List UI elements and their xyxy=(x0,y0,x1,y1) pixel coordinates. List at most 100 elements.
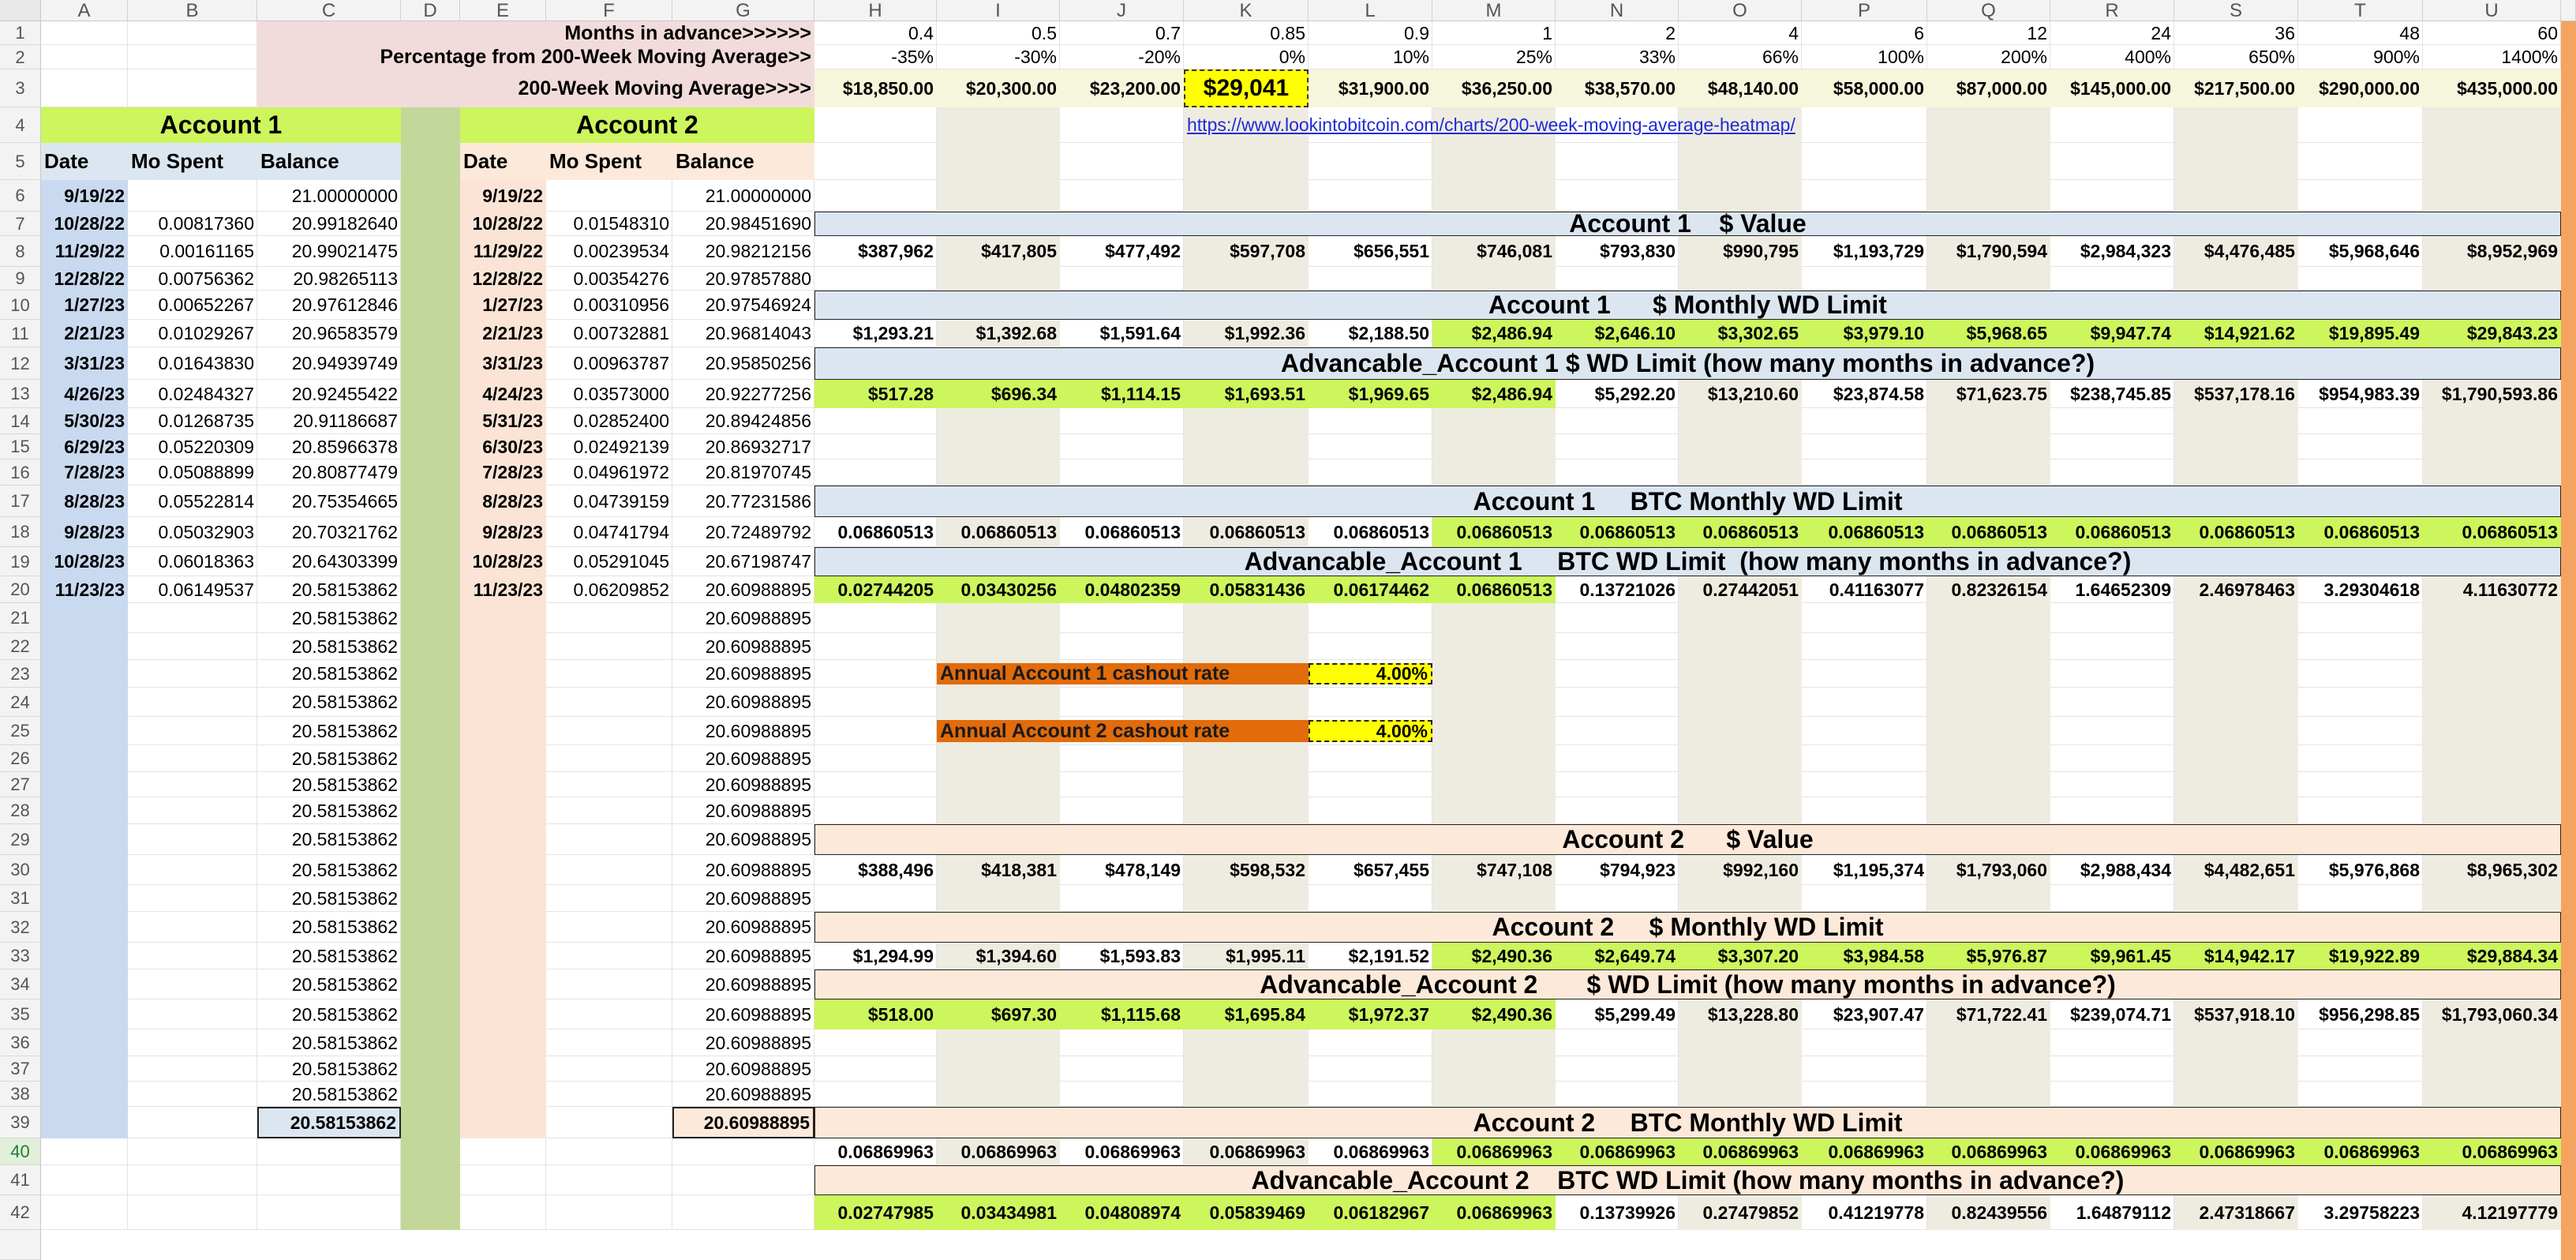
column-header-P[interactable]: P xyxy=(1802,0,1927,21)
a1-btc-adv-cell[interactable]: 0.03430256 xyxy=(937,576,1060,603)
account1-balance-fill[interactable]: 20.58153862 xyxy=(257,1082,401,1107)
band-a2-adv[interactable]: Advancable_Account 2 $ WD Limit (how man… xyxy=(814,969,2561,999)
band-a1-value[interactable]: Account 1 $ Value xyxy=(814,209,2561,238)
a2-monthly-cell[interactable]: $19,922.89 xyxy=(2298,943,2423,969)
a1-adv-cell[interactable]: $23,874.58 xyxy=(1802,380,1927,408)
a1-btc-cell[interactable]: 0.06860513 xyxy=(1679,517,1802,547)
row-header-2[interactable]: 2 xyxy=(0,45,41,69)
a2-monthly-cell[interactable]: $1,995.11 xyxy=(1184,943,1309,969)
account2-balance[interactable]: 20.86932717 xyxy=(672,434,814,459)
a2-value-cell[interactable]: $992,160 xyxy=(1679,855,1802,885)
pct-value[interactable]: -30% xyxy=(937,45,1060,69)
a2-btc-cell[interactable]: 0.06869963 xyxy=(814,1138,937,1165)
pct-value[interactable]: 900% xyxy=(2298,45,2423,69)
row-header-38[interactable]: 38 xyxy=(0,1082,41,1107)
account2-mo-spent[interactable]: 0.03573000 xyxy=(546,380,672,408)
row-header-35[interactable]: 35 xyxy=(0,999,41,1029)
account1-balance-fill[interactable]: 20.58153862 xyxy=(257,912,401,943)
account1-balance[interactable]: 20.98265113 xyxy=(257,267,401,291)
account1-mo-spent[interactable]: 0.06149537 xyxy=(128,576,257,603)
a2-monthly-cell[interactable]: $2,649.74 xyxy=(1556,943,1679,969)
a2-btc-cell[interactable]: 0.06869963 xyxy=(2298,1138,2423,1165)
account1-balance-fill[interactable]: 20.58153862 xyxy=(257,1107,401,1138)
account1-balance[interactable]: 20.85966378 xyxy=(257,434,401,459)
a1-value-cell[interactable]: $477,492 xyxy=(1060,236,1184,267)
column-header-S[interactable]: S xyxy=(2174,0,2298,21)
a2-adv-cell[interactable]: $2,490.36 xyxy=(1432,999,1556,1029)
a2-btc-adv-cell[interactable]: 2.47318667 xyxy=(2174,1195,2298,1230)
a1-adv-cell[interactable]: $2,486.94 xyxy=(1432,380,1556,408)
a2-monthly-cell[interactable]: $14,942.17 xyxy=(2174,943,2298,969)
ma-value[interactable]: $87,000.00 xyxy=(1927,69,2050,107)
ma-value[interactable]: $38,570.00 xyxy=(1556,69,1679,107)
a1-adv-cell[interactable]: $1,114.15 xyxy=(1060,380,1184,408)
row-header-28[interactable]: 28 xyxy=(0,797,41,824)
ma-value[interactable]: $18,850.00 xyxy=(814,69,937,107)
a1-btc-adv-cell[interactable]: 0.27442051 xyxy=(1679,576,1802,603)
account1-date[interactable]: 10/28/22 xyxy=(41,212,128,236)
account2-header-date[interactable]: Date xyxy=(460,143,546,180)
account2-balance-fill[interactable]: 20.60988895 xyxy=(672,745,814,772)
a2-adv-cell[interactable]: $697.30 xyxy=(937,999,1060,1029)
ma-value[interactable]: $290,000.00 xyxy=(2298,69,2423,107)
account1-balance-fill[interactable]: 20.58153862 xyxy=(257,745,401,772)
months-value[interactable]: 0.4 xyxy=(814,21,937,45)
months-in-advance-label[interactable]: Months in advance>>>>>> xyxy=(257,21,814,45)
months-value[interactable]: 6 xyxy=(1802,21,1927,45)
account2-date[interactable]: 2/21/23 xyxy=(460,320,546,347)
column-header-G[interactable]: G xyxy=(672,0,814,21)
a2-value-cell[interactable]: $5,976,868 xyxy=(2298,855,2423,885)
a2-btc-cell[interactable]: 0.06869963 xyxy=(2423,1138,2561,1165)
row-header-18[interactable]: 18 xyxy=(0,517,41,547)
row-header-22[interactable]: 22 xyxy=(0,633,41,660)
column-header-R[interactable]: R xyxy=(2050,0,2174,21)
account1-balance[interactable]: 20.94939749 xyxy=(257,347,401,380)
a2-value-cell[interactable]: $598,532 xyxy=(1184,855,1309,885)
account1-mo-spent[interactable]: 0.05032903 xyxy=(128,517,257,547)
a1-monthly-cell[interactable]: $2,188.50 xyxy=(1309,320,1432,347)
account2-mo-spent[interactable]: 0.01548310 xyxy=(546,212,672,236)
account2-balance-fill[interactable]: 20.60988895 xyxy=(672,885,814,912)
months-value[interactable]: 0.85 xyxy=(1184,21,1309,45)
a2-monthly-cell[interactable]: $3,984.58 xyxy=(1802,943,1927,969)
a2-value-cell[interactable]: $1,195,374 xyxy=(1802,855,1927,885)
a1-value-cell[interactable]: $4,476,485 xyxy=(2174,236,2298,267)
row-header-3[interactable]: 3 xyxy=(0,69,41,107)
ma-value[interactable]: $217,500.00 xyxy=(2174,69,2298,107)
a1-btc-adv-cell[interactable]: 0.41163077 xyxy=(1802,576,1927,603)
a1-adv-cell[interactable]: $13,210.60 xyxy=(1679,380,1802,408)
a1-btc-cell[interactable]: 0.06860513 xyxy=(2050,517,2174,547)
band-a1-btc-adv[interactable]: Advancable_Account 1 BTC WD Limit (how m… xyxy=(814,547,2561,576)
account2-balance-fill[interactable]: 20.60988895 xyxy=(672,633,814,660)
account2-date[interactable]: 7/28/23 xyxy=(460,459,546,486)
a1-adv-cell[interactable]: $517.28 xyxy=(814,380,937,408)
column-header-N[interactable]: N xyxy=(1556,0,1679,21)
row-header-21[interactable]: 21 xyxy=(0,603,41,633)
account1-cashout-rate-input[interactable]: 4.00% xyxy=(1309,663,1432,684)
a1-btc-adv-cell[interactable]: 0.04802359 xyxy=(1060,576,1184,603)
a2-btc-adv-cell[interactable]: 0.03434981 xyxy=(937,1195,1060,1230)
a2-adv-cell[interactable]: $5,299.49 xyxy=(1556,999,1679,1029)
account1-mo-spent[interactable]: 0.00817360 xyxy=(128,212,257,236)
ma-value[interactable]: $48,140.00 xyxy=(1679,69,1802,107)
a1-monthly-cell[interactable]: $2,486.94 xyxy=(1432,320,1556,347)
account2-balance[interactable]: 20.72489792 xyxy=(672,517,814,547)
a1-btc-adv-cell[interactable]: 0.13721026 xyxy=(1556,576,1679,603)
ma-value[interactable]: $58,000.00 xyxy=(1802,69,1927,107)
account2-date[interactable]: 1/27/23 xyxy=(460,291,546,320)
account2-date[interactable]: 10/28/23 xyxy=(460,547,546,576)
a1-adv-cell[interactable]: $696.34 xyxy=(937,380,1060,408)
account1-mo-spent[interactable]: 0.00756362 xyxy=(128,267,257,291)
a1-monthly-cell[interactable]: $19,895.49 xyxy=(2298,320,2423,347)
a2-btc-adv-cell[interactable]: 0.06182967 xyxy=(1309,1195,1432,1230)
a1-adv-cell[interactable]: $5,292.20 xyxy=(1556,380,1679,408)
account1-balance[interactable]: 20.91186687 xyxy=(257,408,401,434)
row-header-37[interactable]: 37 xyxy=(0,1056,41,1082)
account2-balance-fill[interactable]: 20.60988895 xyxy=(672,688,814,717)
a1-value-cell[interactable]: $1,790,594 xyxy=(1927,236,2050,267)
a1-btc-cell[interactable]: 0.06860513 xyxy=(2174,517,2298,547)
a2-adv-cell[interactable]: $1,793,060.34 xyxy=(2423,999,2561,1029)
a1-value-cell[interactable]: $746,081 xyxy=(1432,236,1556,267)
account1-date[interactable]: 1/27/23 xyxy=(41,291,128,320)
months-value[interactable]: 0.7 xyxy=(1060,21,1184,45)
